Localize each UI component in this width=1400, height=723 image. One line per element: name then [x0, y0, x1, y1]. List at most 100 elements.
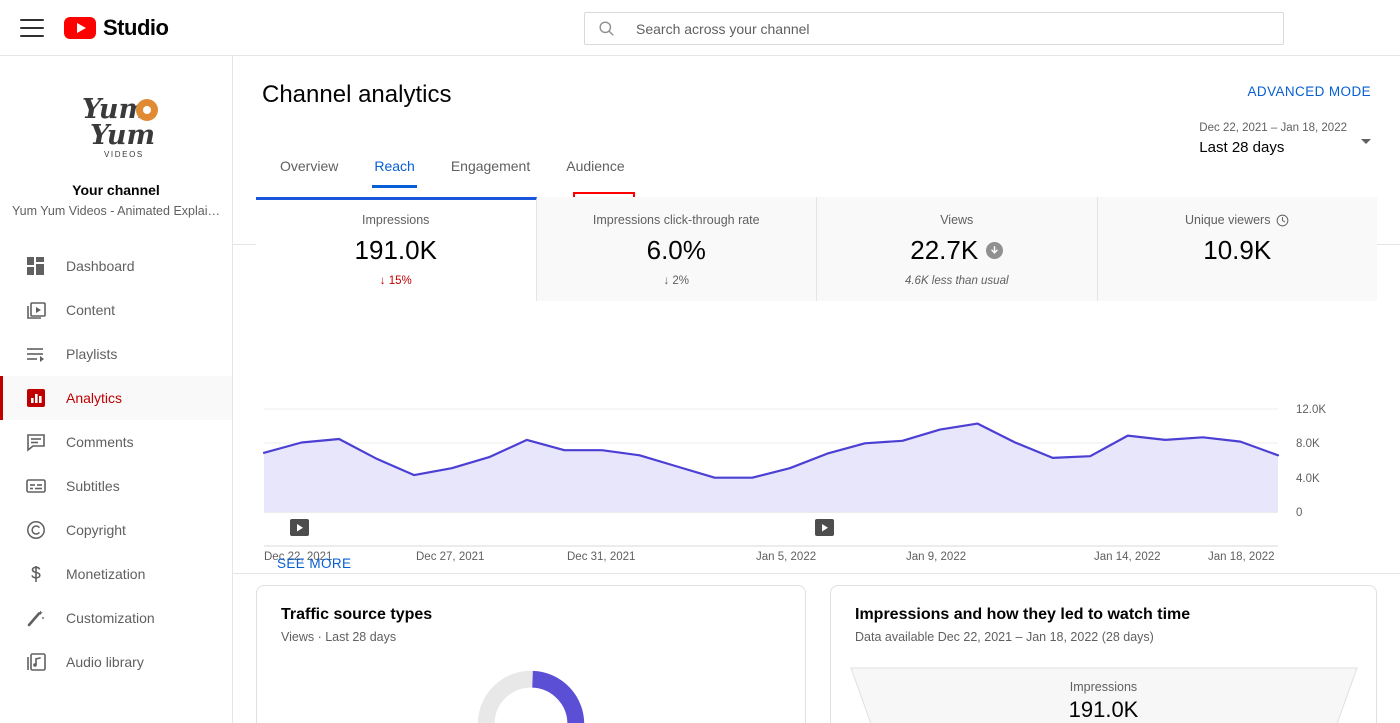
tab-audience[interactable]: Audience	[548, 158, 642, 188]
top-bar: Studio	[0, 0, 1400, 56]
analytics-tabs: Overview Reach Engagement Audience	[262, 136, 643, 188]
channel-summary[interactable]: Yum Yum VIDEOS Your channel Yum Yum Vide…	[0, 56, 232, 230]
sidebar-item-monetization[interactable]: Monetization	[0, 552, 232, 596]
metric-label: Views	[940, 213, 974, 227]
arrow-down-icon: ↓	[663, 275, 670, 287]
audio-library-icon	[24, 650, 48, 674]
metric-card-impressions[interactable]: Impressions 191.0K ↓ 15%	[256, 197, 537, 301]
panel-subtitle: Data available Dec 22, 2021 – Jan 18, 20…	[855, 630, 1154, 644]
arrow-down-circle-icon	[986, 242, 1004, 259]
svg-text:Jan 18, 2022: Jan 18, 2022	[1208, 551, 1275, 563]
panel-title: Traffic source types	[281, 606, 433, 623]
monetization-icon	[24, 562, 48, 586]
panel-title: Impressions and how they led to watch ti…	[855, 606, 1191, 623]
svg-text:Yum: Yum	[90, 120, 155, 151]
funnel-stage-label: Impressions	[1069, 680, 1138, 694]
sidebar: Yum Yum VIDEOS Your channel Yum Yum Vide…	[0, 56, 233, 723]
metric-label: Impressions click-through rate	[592, 213, 760, 227]
content-divider	[233, 573, 1400, 574]
dashboard-icon	[24, 254, 48, 278]
sidebar-item-label: Playlists	[66, 346, 118, 362]
chart-svg: 12.0K 8.0K 4.0K 0 Dec 22, 2021 Dec 27, 2…	[262, 404, 1326, 563]
traffic-source-panel[interactable]: Traffic source types Views · Last 28 day…	[256, 585, 806, 723]
metric-note: 4.6K less than usual	[904, 275, 1009, 287]
svg-text:12.0K: 12.0K	[1296, 404, 1326, 416]
sidebar-nav: Dashboard Content Playlists Analytics Co…	[0, 244, 232, 684]
sidebar-item-label: Comments	[66, 434, 134, 450]
svg-text:VIDEOS: VIDEOS	[104, 150, 144, 159]
svg-text:Dec 31, 2021: Dec 31, 2021	[567, 551, 635, 563]
funnel-stage-value: 191.0K	[1068, 697, 1139, 722]
metric-card-ctr[interactable]: Impressions click-through rate 6.0% ↓ 2%	[536, 197, 817, 301]
sidebar-item-analytics[interactable]: Analytics	[0, 376, 232, 420]
bottom-panels: Traffic source types Views · Last 28 day…	[256, 585, 1377, 723]
traffic-donut-chart: Traffic	[257, 664, 805, 723]
copyright-icon	[24, 518, 48, 542]
search-box[interactable]	[584, 12, 1284, 45]
advanced-mode-link[interactable]: ADVANCED MODE	[1248, 84, 1371, 99]
sidebar-item-audio-library[interactable]: Audio library	[0, 640, 232, 684]
panel-subtitle: Views · Last 28 days	[281, 630, 397, 644]
search-icon	[599, 21, 614, 36]
metric-label: Impressions	[362, 213, 430, 227]
video-publish-marker[interactable]	[290, 519, 309, 536]
metric-cards: Impressions 191.0K ↓ 15% Impressions cli…	[256, 197, 1377, 301]
svg-text:Jan 5, 2022: Jan 5, 2022	[756, 551, 816, 563]
sidebar-item-copyright[interactable]: Copyright	[0, 508, 232, 552]
clock-icon	[1277, 214, 1289, 226]
subtitles-icon	[24, 474, 48, 498]
metric-value: 10.9K	[1203, 235, 1272, 265]
sidebar-item-label: Copyright	[66, 522, 126, 538]
metric-delta-value: 15%	[388, 275, 412, 287]
metric-label: Unique viewers	[1098, 213, 1378, 227]
sidebar-item-content[interactable]: Content	[0, 288, 232, 332]
sidebar-item-label: Monetization	[66, 566, 146, 582]
sidebar-item-label: Customization	[66, 610, 155, 626]
comments-icon	[24, 430, 48, 454]
svg-text:8.0K: 8.0K	[1296, 438, 1320, 450]
studio-logo[interactable]: Studio	[64, 14, 169, 41]
date-range-selector[interactable]: Dec 22, 2021 – Jan 18, 2022 Last 28 days	[1199, 122, 1371, 156]
brand-label: Studio	[103, 14, 169, 40]
search-input[interactable]	[634, 13, 1271, 44]
content-icon	[24, 298, 48, 322]
tab-engagement[interactable]: Engagement	[433, 158, 548, 188]
impressions-chart[interactable]: 12.0K 8.0K 4.0K 0 Dec 22, 2021 Dec 27, 2…	[256, 324, 1377, 584]
metric-card-unique-viewers[interactable]: Unique viewers 10.9K	[1097, 197, 1378, 301]
sidebar-item-comments[interactable]: Comments	[0, 420, 232, 464]
svg-text:4.0K: 4.0K	[1296, 473, 1320, 485]
sidebar-item-label: Audio library	[66, 654, 144, 670]
tab-overview[interactable]: Overview	[262, 158, 356, 188]
date-range-value: Dec 22, 2021 – Jan 18, 2022	[1199, 122, 1347, 134]
metric-card-views[interactable]: Views 22.7K 4.6K less than usual	[817, 197, 1098, 301]
see-more-link[interactable]: SEE MORE	[277, 556, 351, 571]
metric-value: 6.0%	[646, 235, 706, 265]
sidebar-item-customization[interactable]: Customization	[0, 596, 232, 640]
chevron-down-icon[interactable]	[1361, 139, 1371, 144]
metric-value: 22.7K	[817, 235, 1097, 266]
metric-value: 191.0K	[354, 235, 437, 265]
sidebar-item-dashboard[interactable]: Dashboard	[0, 244, 232, 288]
metric-delta-value: 2%	[672, 275, 690, 287]
svg-text:Jan 9, 2022: Jan 9, 2022	[906, 551, 966, 563]
arrow-down-icon: ↓	[379, 275, 386, 287]
metric-delta: ↓ 15%	[256, 275, 536, 287]
tab-reach[interactable]: Reach	[356, 158, 432, 188]
sidebar-item-playlists[interactable]: Playlists	[0, 332, 232, 376]
main-content: Channel analytics ADVANCED MODE Dec 22, …	[233, 56, 1400, 723]
sidebar-item-label: Dashboard	[66, 258, 135, 274]
page-title: Channel analytics	[262, 81, 452, 108]
metric-delta: ↓ 2%	[537, 275, 817, 287]
your-channel-label: Your channel	[72, 182, 160, 198]
playlists-icon	[24, 342, 48, 366]
svg-text:Dec 27, 2021: Dec 27, 2021	[416, 551, 484, 563]
chart-x-axis-labels: Dec 22, 2021 Dec 27, 2021 Dec 31, 2021 J…	[264, 551, 1275, 563]
video-publish-markers[interactable]	[290, 519, 834, 536]
metric-value-text: 22.7K	[910, 235, 979, 265]
customization-icon	[24, 606, 48, 630]
video-publish-marker[interactable]	[815, 519, 834, 536]
impressions-funnel-panel[interactable]: Impressions and how they led to watch ti…	[830, 585, 1377, 723]
donut-svg: Traffic	[477, 670, 585, 723]
hamburger-icon[interactable]	[20, 18, 44, 37]
sidebar-item-subtitles[interactable]: Subtitles	[0, 464, 232, 508]
